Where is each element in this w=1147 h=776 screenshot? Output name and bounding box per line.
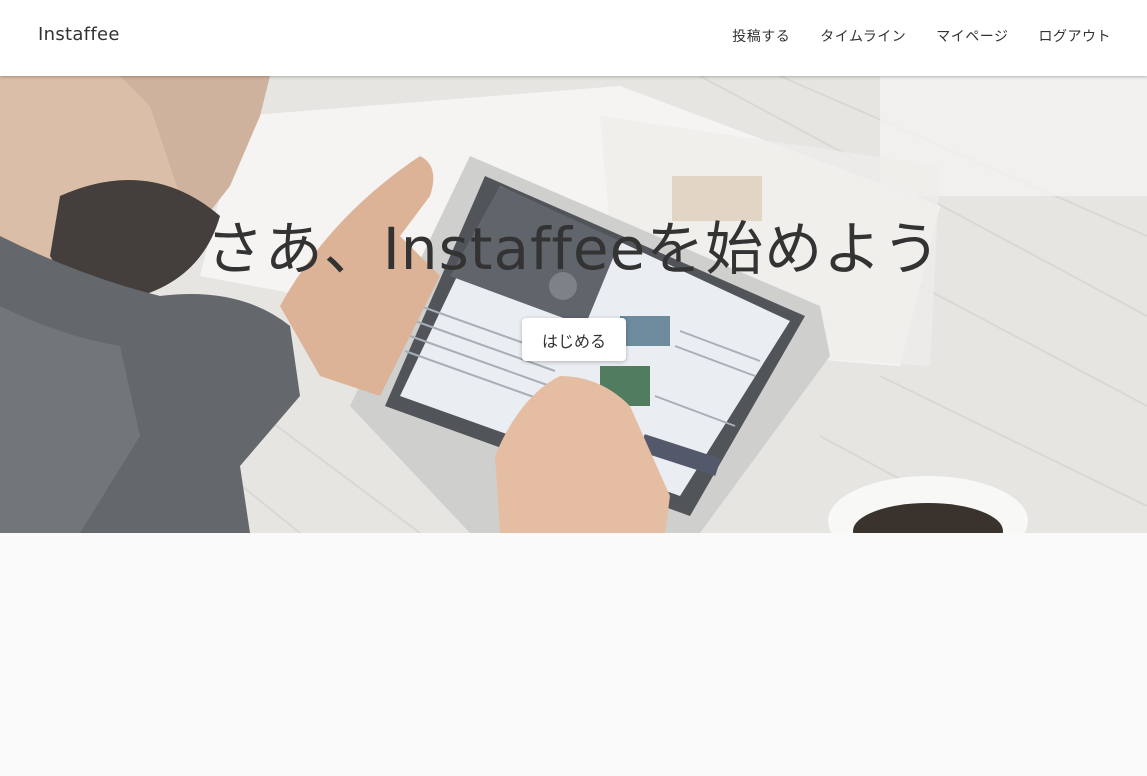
nav-link-mypage[interactable]: マイページ [936,26,1008,46]
brand-logo-link[interactable]: Instaffee [38,24,120,45]
nav-link-post[interactable]: 投稿する [732,26,790,46]
main-content-area [0,533,1147,776]
hero-section: さあ、Instaffeeを始めよう はじめる [0,76,1147,533]
nav-link-timeline[interactable]: タイムライン [820,26,906,46]
hero-title: さあ、Instaffeeを始めよう [205,215,942,283]
get-started-button[interactable]: はじめる [522,318,626,361]
nav-link-logout[interactable]: ログアウト [1039,26,1112,46]
navbar: Instaffee 投稿する タイムライン マイページ ログアウト [0,0,1147,76]
hero-background-image [0,76,1147,533]
nav-links: 投稿する タイムライン マイページ ログアウト [732,26,1111,46]
